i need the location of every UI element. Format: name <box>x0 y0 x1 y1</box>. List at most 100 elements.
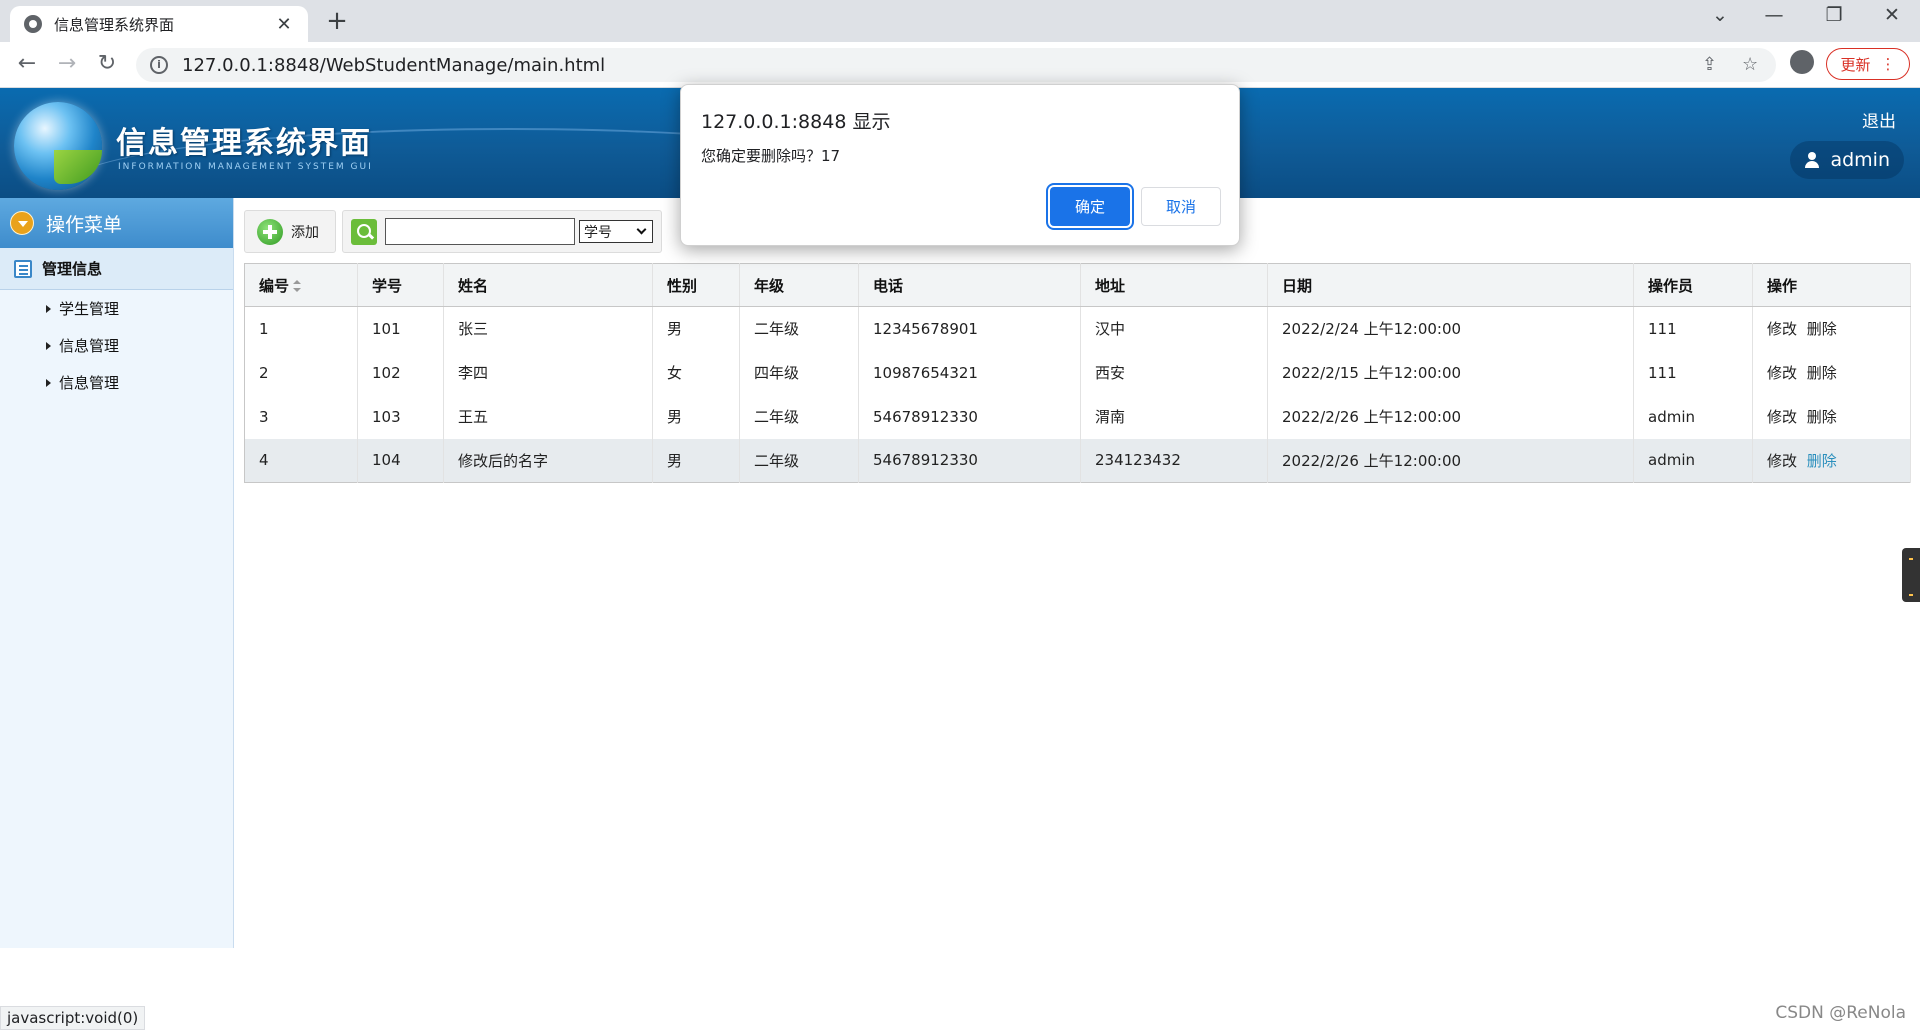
site-subtitle: INFORMATION MANAGEMENT SYSTEM GUI <box>118 162 373 172</box>
forward-icon[interactable]: → <box>52 51 82 76</box>
cell-gender: 男 <box>652 438 740 483</box>
column-header-grade: 年级 <box>739 263 859 307</box>
cell-date: 2022/2/26 上午12:00:00 <box>1267 394 1634 439</box>
bookmark-star-icon[interactable]: ☆ <box>1742 54 1758 75</box>
table-row: 3 103 王五 男 二年级 54678912330 渭南 2022/2/26 … <box>244 394 1911 439</box>
confirm-dialog: 127.0.0.1:8848 显示 您确定要删除吗？17 确定 取消 <box>680 84 1240 246</box>
site-info-icon[interactable]: i <box>150 56 168 74</box>
sidebar-item-student-manage[interactable]: 学生管理 <box>0 290 233 327</box>
minimize-icon[interactable]: — <box>1754 4 1794 26</box>
logout-link[interactable]: 退出 <box>1862 107 1896 132</box>
url-text: 127.0.0.1:8848/WebStudentManage/main.htm… <box>182 54 606 76</box>
cell-phone: 54678912330 <box>858 394 1081 439</box>
column-header-operator: 操作员 <box>1633 263 1753 307</box>
new-tab-icon[interactable]: + <box>322 6 352 36</box>
sort-icon[interactable] <box>293 280 302 292</box>
cell-gender: 女 <box>652 350 740 395</box>
sidebar-item-info-manage[interactable]: 信息管理 <box>0 327 233 364</box>
column-header-gender: 性别 <box>652 263 740 307</box>
cell-date: 2022/2/26 上午12:00:00 <box>1267 438 1634 483</box>
cell-operator: admin <box>1633 394 1753 439</box>
cell-actions: 修改 删除 <box>1752 394 1911 439</box>
cell-grade: 二年级 <box>739 306 859 351</box>
delete-link[interactable]: 删除 <box>1807 408 1837 426</box>
search-field-select[interactable]: 学号 <box>579 220 653 243</box>
edit-link[interactable]: 修改 <box>1767 452 1797 470</box>
search-input[interactable] <box>385 218 575 245</box>
column-header-address: 地址 <box>1080 263 1268 307</box>
cell-name: 王五 <box>443 394 653 439</box>
restore-icon[interactable]: ❐ <box>1814 4 1854 26</box>
browser-toolbar: ← → ↻ i 127.0.0.1:8848/WebStudentManage/… <box>0 42 1920 88</box>
reload-icon[interactable]: ↻ <box>92 51 122 76</box>
column-header-phone: 电话 <box>858 263 1081 307</box>
column-header-sno: 学号 <box>357 263 444 307</box>
menu-title[interactable]: 操作菜单 <box>0 198 233 248</box>
delete-link[interactable]: 删除 <box>1807 320 1837 338</box>
add-label: 添加 <box>291 224 319 241</box>
delete-link[interactable]: 删除 <box>1807 364 1837 382</box>
close-icon[interactable]: ✕ <box>274 14 294 35</box>
browser-tabbar: 信息管理系统界面 ✕ + ⌄ — ❐ ✕ <box>0 0 1920 42</box>
cell-gender: 男 <box>652 306 740 351</box>
table-header-row: 编号 学号 姓名 性别 年级 电话 地址 日期 操作员 操作 <box>244 263 1911 307</box>
share-icon[interactable]: ⇪ <box>1702 54 1717 75</box>
cell-id: 2 <box>244 350 358 395</box>
cell-date: 2022/2/24 上午12:00:00 <box>1267 306 1634 351</box>
edit-link[interactable]: 修改 <box>1767 364 1797 382</box>
site-title: 信息管理系统界面 <box>116 126 372 161</box>
cell-actions: 修改 删除 <box>1752 438 1911 483</box>
window-close-icon[interactable]: ✕ <box>1872 4 1912 26</box>
side-panel-handle[interactable] <box>1902 548 1920 602</box>
sidebar-item-label: 信息管理 <box>59 374 120 392</box>
address-bar[interactable]: i 127.0.0.1:8848/WebStudentManage/main.h… <box>136 48 1776 82</box>
tab-search-icon[interactable]: ⌄ <box>1700 4 1740 26</box>
sidebar-item-info-manage-2[interactable]: 信息管理 <box>0 364 233 401</box>
caret-right-icon <box>46 378 51 387</box>
add-button[interactable]: 添加 <box>244 210 336 253</box>
cell-address: 234123432 <box>1080 438 1268 483</box>
cell-name: 修改后的名字 <box>443 438 653 483</box>
cell-grade: 四年级 <box>739 350 859 395</box>
edit-link[interactable]: 修改 <box>1767 320 1797 338</box>
collapse-icon[interactable] <box>10 211 34 235</box>
cell-gender: 男 <box>652 394 740 439</box>
user-icon <box>1804 152 1820 168</box>
ok-button[interactable]: 确定 <box>1050 187 1130 226</box>
section-manage-info[interactable]: 管理信息 <box>0 248 233 290</box>
cell-name: 李四 <box>443 350 653 395</box>
sidebar: 操作菜单 管理信息 学生管理 信息管理 信息管理 <box>0 198 234 948</box>
caret-right-icon <box>46 341 51 350</box>
sidebar-item-label: 学生管理 <box>59 300 120 318</box>
cell-name: 张三 <box>443 306 653 351</box>
cell-grade: 二年级 <box>739 438 859 483</box>
cell-operator: 111 <box>1633 350 1753 395</box>
delete-link[interactable]: 删除 <box>1807 452 1837 470</box>
update-button[interactable]: 更新 ⋮ <box>1826 48 1910 80</box>
back-icon[interactable]: ← <box>12 51 42 76</box>
cell-sno: 101 <box>357 306 444 351</box>
list-icon <box>14 259 32 278</box>
user-badge[interactable]: admin <box>1790 141 1904 179</box>
student-table: 编号 学号 姓名 性别 年级 电话 地址 日期 操作员 操作 1 101 张三 … <box>244 263 1911 483</box>
cell-address: 汉中 <box>1080 306 1268 351</box>
profile-avatar-icon[interactable] <box>1790 50 1814 74</box>
edit-link[interactable]: 修改 <box>1767 408 1797 426</box>
browser-tab[interactable]: 信息管理系统界面 ✕ <box>10 6 308 42</box>
column-header-id[interactable]: 编号 <box>244 263 358 307</box>
cancel-button[interactable]: 取消 <box>1141 187 1221 226</box>
cell-address: 渭南 <box>1080 394 1268 439</box>
column-header-name: 姓名 <box>443 263 653 307</box>
cell-phone: 54678912330 <box>858 438 1081 483</box>
table-row: 2 102 李四 女 四年级 10987654321 西安 2022/2/15 … <box>244 350 1911 395</box>
section-label: 管理信息 <box>42 260 103 278</box>
cell-sno: 102 <box>357 350 444 395</box>
dialog-message: 您确定要删除吗？17 <box>701 147 841 165</box>
cell-operator: admin <box>1633 438 1753 483</box>
logo-globe-icon <box>14 102 102 190</box>
table-row: 1 101 张三 男 二年级 12345678901 汉中 2022/2/24 … <box>244 306 1911 351</box>
column-header-actions: 操作 <box>1752 263 1911 307</box>
cell-phone: 10987654321 <box>858 350 1081 395</box>
username: admin <box>1830 149 1890 171</box>
search-icon[interactable] <box>351 218 377 245</box>
